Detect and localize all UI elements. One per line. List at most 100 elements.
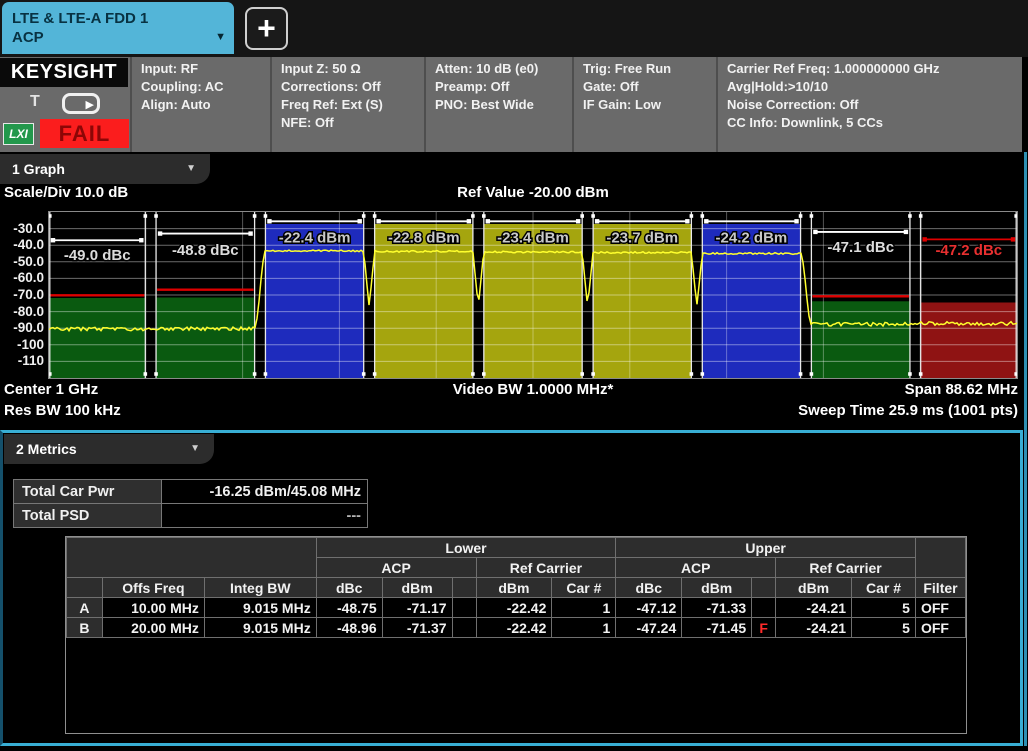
acp-table-cell: -71.37 bbox=[382, 618, 452, 638]
tab-title-line1: LTE & LTE-A FDD 1 bbox=[12, 9, 208, 28]
acp-table-cell bbox=[452, 618, 476, 638]
acp-table-cell: -24.21 bbox=[776, 618, 852, 638]
y-axis-tick: -60.0 bbox=[0, 270, 44, 285]
acp-table-cell: Ref Carrier bbox=[776, 558, 916, 578]
y-axis-tick: -40.0 bbox=[0, 237, 44, 252]
acp-table-cell: -71.45 bbox=[682, 618, 752, 638]
tab-dropdown-icon[interactable]: ▼ bbox=[215, 28, 226, 47]
header-info-line: Input Z: 50 Ω bbox=[281, 60, 415, 78]
center-freq-annotation[interactable]: Center 1 GHz bbox=[4, 381, 98, 398]
acp-table-cell: dBm bbox=[476, 578, 552, 598]
acp-table-cell bbox=[452, 578, 476, 598]
region-label-carrier-2: -22.8 dBm bbox=[388, 230, 460, 247]
acp-table-cell: -22.42 bbox=[476, 618, 552, 638]
chevron-down-icon: ▼ bbox=[190, 434, 200, 464]
acp-table-cell: -24.21 bbox=[776, 598, 852, 618]
acp-table-cell: dBm bbox=[776, 578, 852, 598]
window-right-border bbox=[1024, 152, 1027, 746]
totals-table: Total Car Pwr -16.25 dBm/45.08 MHz Total… bbox=[13, 479, 368, 528]
y-axis-tick: -90.0 bbox=[0, 320, 44, 335]
header-info-col-3: Atten: 10 dB (e0)Preamp: OffPNO: Best Wi… bbox=[424, 57, 572, 152]
header-info-line: Input: RF bbox=[141, 60, 261, 78]
fail-status-badge: FAIL bbox=[40, 119, 129, 148]
trigger-indicator: T bbox=[30, 93, 40, 111]
res-bw-annotation[interactable]: Res BW 100 kHz bbox=[4, 402, 121, 419]
scale-row: Scale/Div 10.0 dB Ref Value -20.00 dBm bbox=[0, 184, 1022, 206]
y-axis-tick: -110 bbox=[0, 353, 44, 368]
metrics-window-label: 2 Metrics bbox=[16, 441, 77, 457]
header-info-col-1: Input: RFCoupling: ACAlign: Auto bbox=[130, 57, 270, 152]
acp-results-table: LowerUpperACPRef CarrierACPRef CarrierOf… bbox=[66, 537, 966, 638]
region-label-carrier-4: -23.7 dBm bbox=[606, 230, 678, 247]
region-label-offset-b-upper: -47.2 dBc bbox=[935, 242, 1002, 259]
acp-table-cell: ACP bbox=[316, 558, 476, 578]
metrics-window: 2 Metrics ▼ Total Car Pwr -16.25 dBm/45.… bbox=[0, 430, 1023, 746]
measurement-tab[interactable]: LTE & LTE-A FDD 1 ACP ▼ bbox=[2, 2, 234, 54]
acp-table-cell: B bbox=[67, 618, 103, 638]
region-label-offset-a-upper: -47.1 dBc bbox=[827, 239, 894, 256]
header-info-line: Avg|Hold:>10/10 bbox=[727, 78, 1007, 96]
total-car-pwr-value: -16.25 dBm/45.08 MHz bbox=[162, 480, 368, 504]
total-psd-row: Total PSD --- bbox=[14, 504, 368, 528]
status-header: KEYSIGHT T ▶ LXI FAIL Input: RFCoupling:… bbox=[0, 57, 1022, 152]
acp-table-cell: dBc bbox=[316, 578, 382, 598]
ref-value-annotation[interactable]: Ref Value -20.00 dBm bbox=[283, 184, 783, 201]
acp-table-cell: -48.96 bbox=[316, 618, 382, 638]
acp-table-cell: 5 bbox=[852, 618, 916, 638]
acp-table-cell: OFF bbox=[915, 618, 965, 638]
region-label-carrier-3: -23.4 dBm bbox=[497, 230, 569, 247]
video-bw-annotation[interactable]: Video BW 1.0000 MHz* bbox=[283, 381, 783, 398]
span-annotation[interactable]: Span 88.62 MHz bbox=[905, 381, 1018, 398]
sweep-time-annotation[interactable]: Sweep Time 25.9 ms (1001 pts) bbox=[798, 402, 1018, 419]
header-info-line: Gate: Off bbox=[583, 78, 707, 96]
header-info-line: PNO: Best Wide bbox=[435, 96, 563, 114]
acp-table-cell bbox=[752, 598, 776, 618]
metrics-window-dropdown[interactable]: 2 Metrics ▼ bbox=[4, 434, 214, 464]
tab-title-line2: ACP bbox=[12, 28, 208, 47]
acp-table-cell: dBc bbox=[616, 578, 682, 598]
acp-table-cell: 9.015 MHz bbox=[204, 598, 316, 618]
status-info-columns: Input: RFCoupling: ACAlign: AutoInput Z:… bbox=[130, 57, 1016, 152]
acp-table-cell: OFF bbox=[915, 598, 965, 618]
spectrum-plot[interactable]: -49.0 dBc-48.8 dBc-22.4 dBm-22.8 dBm-23.… bbox=[49, 212, 1017, 378]
acp-table-cell: dBm bbox=[382, 578, 452, 598]
header-info-line: NFE: Off bbox=[281, 114, 415, 132]
continuous-sweep-icon: ▶ bbox=[62, 93, 100, 114]
y-axis-tick: -30.0 bbox=[0, 221, 44, 236]
header-info-line: Preamp: Off bbox=[435, 78, 563, 96]
header-info-line: Atten: 10 dB (e0) bbox=[435, 60, 563, 78]
header-info-line: IF Gain: Low bbox=[583, 96, 707, 114]
analyzer-screen: LTE & LTE-A FDD 1 ACP ▼ + KEYSIGHT T ▶ L… bbox=[0, 0, 1028, 751]
acp-table-cell: Car # bbox=[552, 578, 616, 598]
acp-results-box: LowerUpperACPRef CarrierACPRef CarrierOf… bbox=[65, 536, 967, 734]
acp-table-cell: A bbox=[67, 598, 103, 618]
acp-table-cell: -22.42 bbox=[476, 598, 552, 618]
total-psd-value: --- bbox=[162, 504, 368, 528]
header-info-line: Corrections: Off bbox=[281, 78, 415, 96]
y-axis-tick: -80.0 bbox=[0, 304, 44, 319]
acp-table-cell: 5 bbox=[852, 598, 916, 618]
total-psd-label: Total PSD bbox=[14, 504, 162, 528]
spectrum-svg: -49.0 dBc-48.8 dBc-22.4 dBm-22.8 dBm-23.… bbox=[49, 212, 1017, 378]
header-info-line: CC Info: Downlink, 5 CCs bbox=[727, 114, 1007, 132]
region-label-offset-a-lower: -48.8 dBc bbox=[172, 242, 239, 259]
acp-table-cell: 1 bbox=[552, 618, 616, 638]
acp-table-cell: -48.75 bbox=[316, 598, 382, 618]
acp-table-cell: Integ BW bbox=[204, 578, 316, 598]
header-info-line: Trig: Free Run bbox=[583, 60, 707, 78]
header-info-line: Align: Auto bbox=[141, 96, 261, 114]
region-label-carrier-1: -22.4 dBm bbox=[279, 230, 351, 247]
acp-table-cell: Offs Freq bbox=[102, 578, 204, 598]
acp-table-cell: -71.33 bbox=[682, 598, 752, 618]
add-tab-button[interactable]: + bbox=[245, 7, 288, 50]
header-info-col-2: Input Z: 50 ΩCorrections: OffFreq Ref: E… bbox=[270, 57, 424, 152]
acp-table-cell bbox=[452, 598, 476, 618]
y-axis-tick: -100 bbox=[0, 337, 44, 352]
acp-table-cell: F bbox=[752, 618, 776, 638]
acp-table-row: B20.00 MHz9.015 MHz-48.96-71.37-22.421-4… bbox=[67, 618, 966, 638]
chevron-down-icon: ▼ bbox=[186, 154, 196, 184]
y-axis-tick: -70.0 bbox=[0, 287, 44, 302]
acp-table-cell: -47.12 bbox=[616, 598, 682, 618]
acp-table-cell: 9.015 MHz bbox=[204, 618, 316, 638]
acp-table-cell bbox=[67, 538, 317, 578]
